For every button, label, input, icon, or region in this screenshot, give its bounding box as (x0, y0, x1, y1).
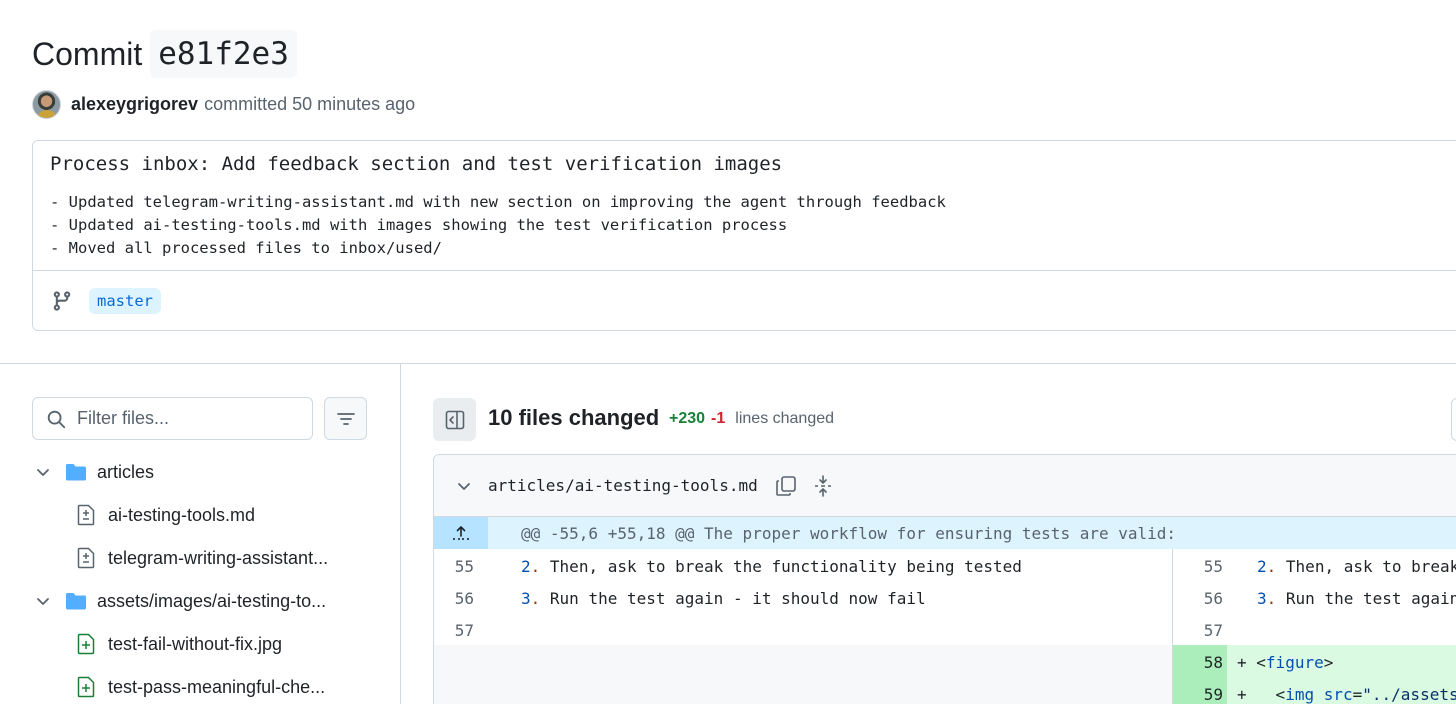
commit-label: Commit (32, 35, 143, 72)
copy-icon[interactable] (774, 474, 798, 498)
commit-branch-row: master (33, 270, 1456, 331)
tree-file-test-pass-meaningful[interactable]: test-pass-meaningful-che... (76, 667, 325, 704)
toggle-file-tree-button[interactable] (433, 398, 476, 441)
filter-files-field[interactable] (32, 397, 313, 440)
commit-message-box: Process inbox: Add feedback section and … (32, 140, 1456, 331)
avatar[interactable] (32, 89, 61, 119)
hunk-header-row: @@ -55,6 +55,18 @@ The proper workflow f… (434, 517, 1456, 549)
diff-row: 55 2. Then, ask to break the functionali… (434, 549, 1456, 581)
diff-row-added: 58 + <figure> (434, 645, 1456, 677)
added-line-code: + <img src="../assets (1237, 685, 1456, 704)
left-line-number[interactable]: 56 (434, 589, 474, 608)
diff-row: 56 3. Run the test again - it should now… (434, 581, 1456, 613)
left-line-number[interactable]: 55 (434, 557, 474, 576)
left-line-code: 3. Run the test again - it should now fa… (521, 589, 926, 608)
expand-up-button[interactable] (434, 517, 488, 549)
tree-folder-assets-images[interactable]: assets/images/ai-testing-to... (35, 581, 326, 621)
chevron-down-icon[interactable] (35, 464, 51, 480)
right-line-number[interactable]: 58 (1183, 653, 1223, 672)
diff-view-button[interactable] (1451, 398, 1456, 441)
commit-message-title: Process inbox: Add feedback section and … (50, 153, 783, 175)
tree-label: assets/images/ai-testing-to... (97, 590, 327, 611)
tree-label: articles (97, 461, 155, 482)
chevron-down-icon[interactable] (456, 478, 472, 494)
tree-label: ai-testing-tools.md (108, 504, 256, 525)
tree-folder-articles[interactable]: articles (35, 452, 154, 492)
left-line-number[interactable]: 57 (434, 621, 474, 640)
lines-changed-label: lines changed (735, 410, 835, 427)
branch-icon (53, 291, 71, 311)
section-divider (0, 363, 1456, 364)
author-name[interactable]: alexeygrigorev (71, 94, 198, 115)
added-line-code: + <figure> (1237, 653, 1334, 672)
sidebar-divider[interactable] (400, 364, 401, 704)
search-icon (47, 410, 66, 428)
left-line-code: 2. Then, ask to break the functionality … (521, 557, 1022, 576)
file-added-icon (77, 676, 95, 698)
right-line-number[interactable]: 59 (1183, 685, 1223, 704)
file-diff-icon (77, 504, 95, 526)
branch-tag[interactable]: master (89, 288, 161, 314)
folder-icon (66, 593, 86, 610)
right-line-number[interactable]: 56 (1183, 589, 1223, 608)
diff-stats: +230 -1 lines changed (669, 410, 834, 428)
page-title: Commit e81f2e3 (32, 30, 297, 78)
file-path[interactable]: articles/ai-testing-tools.md (488, 476, 758, 495)
diff-row-added: 59 + <img src="../assets (434, 677, 1456, 704)
diff-row: 57 57 (434, 613, 1456, 645)
committed-time: committed 50 minutes ago (204, 93, 416, 114)
sidebar-toggle-icon (445, 410, 464, 429)
tree-file-telegram-writing-assistant[interactable]: telegram-writing-assistant... (76, 538, 328, 578)
filter-options-button[interactable] (324, 397, 367, 440)
filter-files-input[interactable] (77, 408, 297, 429)
deletions-count: -1 (711, 410, 726, 427)
author-line: alexeygrigorev committed 50 minutes ago (32, 89, 415, 119)
file-diff-header: articles/ai-testing-tools.md (434, 455, 1456, 517)
right-line-code: 2. Then, ask to break (1257, 557, 1456, 576)
right-line-number[interactable]: 55 (1183, 557, 1223, 576)
tree-file-ai-testing-tools[interactable]: ai-testing-tools.md (76, 495, 255, 535)
right-line-code: 3. Run the test again (1257, 589, 1456, 608)
commit-sha[interactable]: e81f2e3 (150, 30, 297, 78)
files-changed-count: 10 files changed (488, 405, 660, 430)
hunk-header-text: @@ -55,6 +55,18 @@ The proper workflow f… (521, 524, 1177, 543)
file-diff: articles/ai-testing-tools.md @@ -55,6 +5… (433, 454, 1456, 704)
tree-label: telegram-writing-assistant... (108, 547, 329, 568)
tree-file-test-fail-without-fix[interactable]: test-fail-without-fix.jpg (76, 624, 282, 664)
file-diff-icon (77, 547, 95, 569)
file-added-icon (77, 633, 95, 655)
filter-icon (336, 412, 355, 425)
expand-icon[interactable] (812, 474, 834, 498)
right-line-number[interactable]: 57 (1183, 621, 1223, 640)
commit-message-body: - Updated telegram-writing-assistant.md … (50, 193, 946, 257)
tree-label: test-fail-without-fix.jpg (108, 633, 283, 654)
expand-up-icon (453, 526, 469, 540)
folder-icon (66, 464, 86, 481)
chevron-down-icon[interactable] (35, 593, 51, 609)
additions-count: +230 (669, 410, 706, 427)
tree-label: test-pass-meaningful-che... (108, 676, 326, 697)
